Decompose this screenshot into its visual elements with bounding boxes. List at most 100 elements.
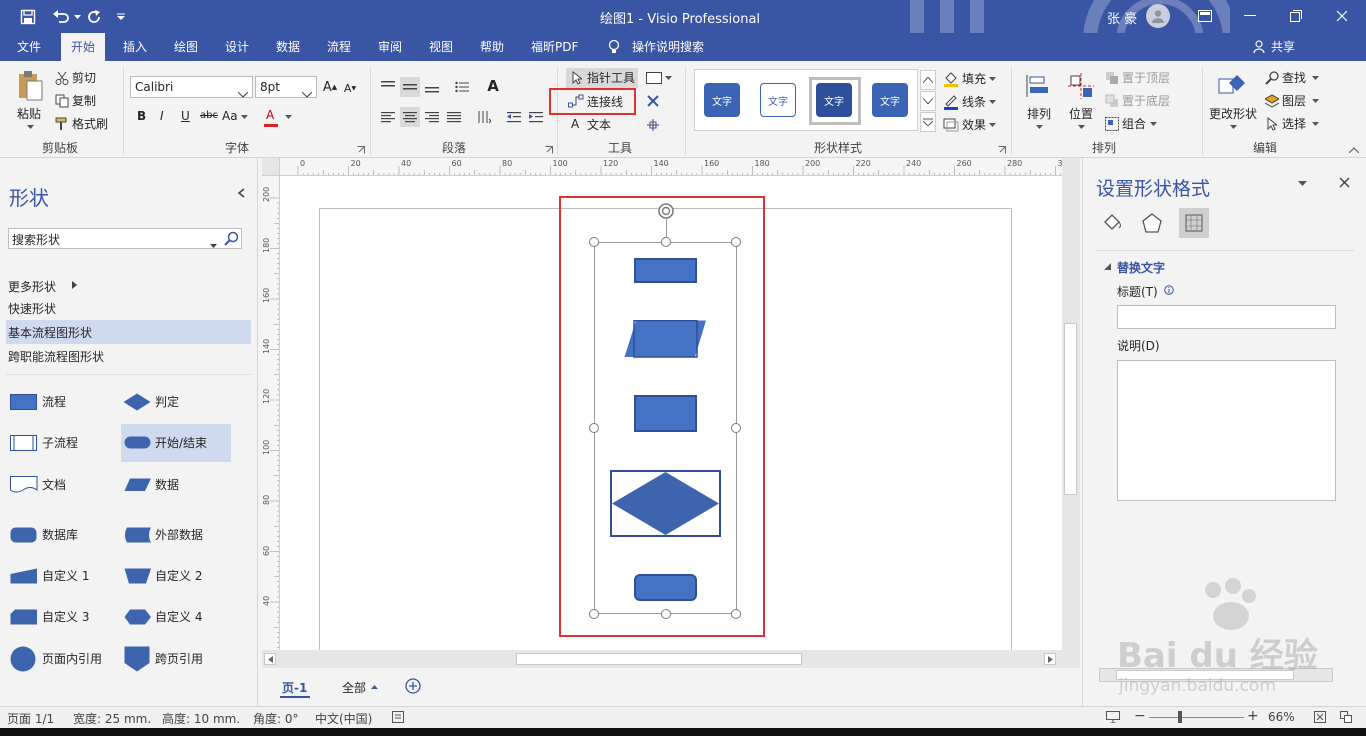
chevron-down-icon[interactable] (1295, 176, 1309, 190)
stencil-label[interactable]: 文档 (42, 475, 66, 495)
stencil-label[interactable]: 数据库 (42, 525, 78, 545)
chevron-down-icon[interactable] (988, 75, 996, 83)
horizontal-scroll-thumb[interactable] (516, 653, 802, 665)
alt-description-textarea[interactable] (1117, 360, 1336, 501)
tab-home[interactable]: 开始 (61, 33, 106, 61)
page-indicator[interactable]: 页面 1/1 (7, 710, 54, 727)
dialog-launcher-icon[interactable] (997, 145, 1007, 155)
tab-foxit-pdf[interactable]: 福昕PDF (531, 33, 578, 61)
paste-dropdown-icon[interactable] (24, 123, 36, 131)
stencil-label[interactable]: 跨页引用 (155, 649, 203, 669)
rectangle-tool-icon[interactable] (645, 71, 663, 85)
tab-draw[interactable]: 绘图 (174, 33, 198, 61)
basic-flowchart-item[interactable]: 基本流程图形状 (8, 324, 92, 341)
tab-file[interactable]: 文件 (17, 33, 41, 61)
increase-indent-icon[interactable] (526, 107, 546, 127)
dialog-launcher-icon[interactable] (544, 145, 554, 155)
stencil-label[interactable]: 自定义 3 (42, 607, 89, 627)
tab-review[interactable]: 审阅 (378, 33, 402, 61)
copy-button[interactable]: 复制 (72, 91, 96, 111)
stencil-label[interactable]: 自定义 2 (155, 566, 202, 586)
tell-me-search[interactable]: 操作说明搜索 (632, 33, 704, 61)
more-shapes-item[interactable]: 更多形状 (8, 278, 56, 295)
fill-button[interactable]: 填充 (962, 69, 986, 89)
font-family-select[interactable]: Calibri (130, 76, 253, 98)
change-shape-button[interactable]: 更改形状 (1209, 105, 1257, 122)
custom3-icon[interactable] (10, 609, 38, 628)
grow-font-icon[interactable]: A ▲ (322, 78, 338, 96)
stencil-label[interactable]: 流程 (42, 392, 66, 412)
chevron-down-icon[interactable] (988, 121, 996, 129)
close-pane-icon[interactable] (1336, 174, 1352, 190)
chevron-down-icon[interactable] (283, 113, 293, 121)
collapse-panel-icon[interactable] (234, 186, 248, 200)
tab-design[interactable]: 设计 (225, 33, 249, 61)
decision-diamond-icon[interactable] (123, 393, 151, 414)
stencil-label[interactable]: 外部数据 (155, 525, 203, 545)
zoom-level[interactable]: 66% (1268, 710, 1295, 724)
stencil-label[interactable]: 自定义 1 (42, 566, 89, 586)
align-center-icon[interactable] (400, 107, 420, 127)
vertical-scrollbar[interactable] (1062, 158, 1080, 650)
tab-process[interactable]: 流程 (327, 33, 351, 61)
alt-text-section-header[interactable]: 替换文字 (1117, 259, 1165, 276)
custom2-icon[interactable] (124, 568, 152, 587)
fit-page-icon[interactable] (1313, 710, 1327, 724)
bring-front-button[interactable]: 置于顶层 (1122, 68, 1170, 88)
avatar[interactable] (1146, 4, 1170, 28)
minimize-icon[interactable] (1240, 6, 1260, 26)
stencil-label[interactable]: 自定义 4 (155, 607, 202, 627)
font-color-button[interactable]: A (266, 108, 274, 122)
info-icon[interactable] (1163, 284, 1175, 296)
font-size-select[interactable]: 8pt (255, 76, 317, 98)
subprocess-icon[interactable] (10, 435, 38, 454)
align-left-icon[interactable] (378, 107, 398, 127)
stencil-label[interactable]: 子流程 (42, 433, 78, 453)
stencil-label[interactable]: 判定 (155, 392, 179, 412)
search-input[interactable]: 搜索形状 (12, 231, 60, 248)
chevron-down-icon[interactable] (1228, 123, 1238, 131)
chevron-down-icon[interactable] (664, 74, 672, 82)
chevron-down-icon[interactable] (1149, 120, 1157, 128)
stencil-label[interactable]: 数据 (155, 475, 179, 495)
shrink-font-icon[interactable]: A ▼ (342, 80, 358, 96)
stencil-label[interactable]: 页面内引用 (42, 649, 102, 669)
pointer-tool-button[interactable]: 指针工具 (587, 68, 635, 88)
align-middle-icon[interactable] (400, 77, 420, 97)
connector-button[interactable]: 连接线 (587, 92, 623, 112)
tab-insert[interactable]: 插入 (123, 33, 147, 61)
paste-button[interactable]: 粘贴 (17, 105, 41, 122)
strikethrough-button[interactable]: abc (200, 110, 218, 121)
chevron-down-icon[interactable] (1311, 120, 1319, 128)
select-button[interactable]: 选择 (1282, 114, 1306, 134)
tab-view[interactable]: 视图 (429, 33, 453, 61)
close-x-icon[interactable] (645, 93, 661, 109)
underline-button[interactable]: U (181, 109, 190, 123)
chevron-down-icon[interactable] (988, 98, 996, 106)
layers-button[interactable]: 图层 (1282, 91, 1306, 111)
change-case-button[interactable]: Aa (222, 109, 238, 123)
text-direction-icon[interactable] (474, 107, 494, 127)
tab-help[interactable]: 帮助 (480, 33, 504, 61)
text-effects-icon[interactable]: A (483, 76, 503, 96)
send-back-button[interactable]: 置于底层 (1122, 91, 1170, 111)
justify-icon[interactable] (444, 107, 464, 127)
cross-functional-item[interactable]: 跨职能流程图形状 (8, 348, 104, 365)
zoom-out-button[interactable]: − (1134, 708, 1146, 724)
tab-data[interactable]: 数据 (276, 33, 300, 61)
quick-shapes-item[interactable]: 快速形状 (8, 300, 56, 317)
fill-line-tab-icon[interactable] (1099, 210, 1125, 236)
database-icon[interactable] (10, 527, 38, 546)
connection-point-icon[interactable] (645, 117, 661, 133)
style-swatch-selected[interactable]: 文字 (816, 83, 852, 117)
effects-button[interactable]: 效果 (962, 115, 986, 135)
page-tab-current[interactable]: 页-1 (282, 679, 307, 696)
align-top-icon[interactable] (378, 77, 398, 97)
align-right-icon[interactable] (422, 107, 442, 127)
custom4-icon[interactable] (124, 609, 152, 628)
chevron-down-icon[interactable] (239, 113, 249, 121)
line-button[interactable]: 线条 (962, 92, 986, 112)
style-swatch[interactable]: 文字 (872, 83, 908, 117)
customize-icon[interactable] (114, 7, 128, 27)
all-pages-button[interactable]: 全部 (342, 679, 366, 696)
